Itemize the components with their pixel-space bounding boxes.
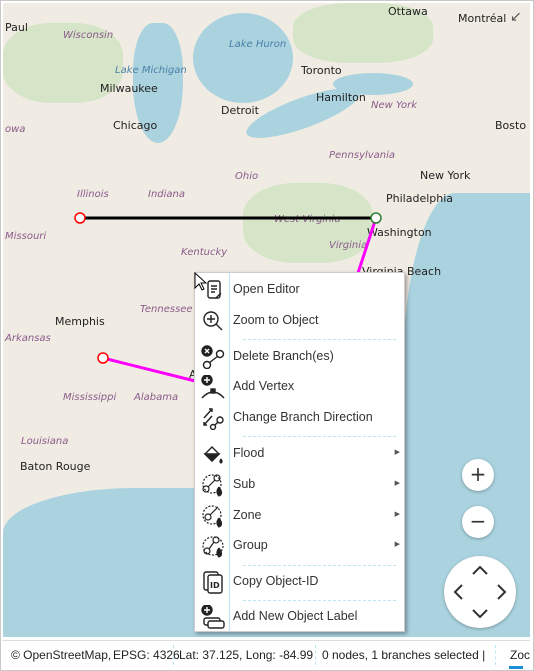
sub-icon [202,474,223,497]
menu-item-zoom-to-object[interactable]: Zoom to Object [195,307,404,335]
menu-item-add-vertex[interactable]: Add Vertex [195,373,404,401]
zoom-indicator [509,666,523,669]
submenu-arrow-icon: ▶ [394,510,400,518]
svg-text:ID: ID [210,581,220,590]
zone-icon [202,505,223,528]
menu-item-copy-object-id[interactable]: ID Copy Object-ID [195,568,404,596]
node[interactable] [370,212,382,224]
flood-icon [203,446,223,464]
add-label-icon [201,605,225,629]
zoom-in-button[interactable]: + [462,459,494,491]
copy-id-icon: ID [203,571,223,594]
menu-item-change-branch-direction[interactable]: Change Branch Direction [195,404,404,432]
node[interactable] [74,212,86,224]
add-vertex-icon [201,375,225,399]
menu-item-flood[interactable]: Flood ▶ [195,440,404,468]
menu-item-group[interactable]: Group ▶ [195,532,404,560]
menu-item-delete-branches[interactable]: Delete Branch(es) [195,343,404,371]
zoom-status: Zoc [510,648,531,662]
epsg-label: EPSG: 4326 [113,648,180,662]
menu-item-open-editor[interactable]: Open Editor [195,276,404,304]
zoom-out-button[interactable]: − [462,506,494,538]
menu-item-sub[interactable]: Sub ▶ [195,471,404,499]
node[interactable] [97,352,109,364]
pan-arrows-icon [453,565,507,619]
delete-branch-icon [201,345,225,369]
mouse-cursor-icon [194,272,208,291]
zoom-in-icon [203,311,223,331]
submenu-arrow-icon: ▶ [394,540,400,548]
branch[interactable] [356,217,378,274]
group-icon [202,536,224,558]
arrow-collapse-icon[interactable]: ↙ [510,9,522,25]
menu-item-zone[interactable]: Zone ▶ [195,502,404,530]
context-menu: Open Editor Zoom to Object Delete Branch… [194,272,405,632]
submenu-arrow-icon: ▶ [394,479,400,487]
status-bar: © OpenStreetMap, EPSG: 4326 Lat: 37.125,… [3,640,531,669]
selection-status: 0 nodes, 1 branches selected | [322,648,486,662]
change-direction-icon [203,408,224,430]
menu-item-add-new-object-label[interactable]: Add New Object Label [195,603,404,631]
branch[interactable] [102,356,196,383]
submenu-arrow-icon: ▶ [394,448,400,456]
coordinates: Lat: 37.125, Long: -84.99 [179,648,314,662]
attribution[interactable]: © OpenStreetMap, [11,648,111,662]
pan-control[interactable] [444,556,516,628]
